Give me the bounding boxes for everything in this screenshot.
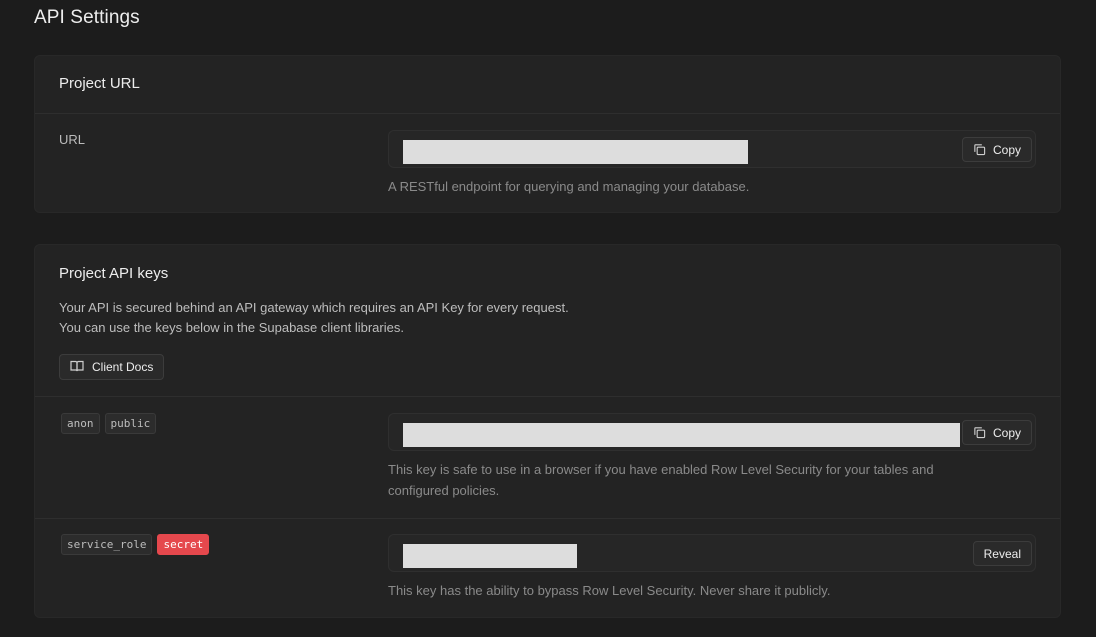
copy-icon bbox=[973, 143, 986, 156]
service-key-field[interactable]: Reveal bbox=[388, 534, 1036, 572]
secret-badge: secret bbox=[157, 534, 210, 555]
divider bbox=[35, 518, 1060, 519]
redacted-url bbox=[403, 140, 748, 164]
url-field[interactable]: Copy bbox=[388, 130, 1036, 168]
reveal-label: Reveal bbox=[983, 546, 1021, 561]
copy-anon-key-button[interactable]: Copy bbox=[961, 420, 1032, 445]
anon-key-badges: anon public bbox=[61, 413, 157, 434]
service-role-badge: service_role bbox=[61, 534, 153, 555]
copy-label: Copy bbox=[992, 142, 1021, 157]
api-keys-panel: Project API keys Your API is secured beh… bbox=[34, 244, 1061, 618]
api-keys-heading: Project API keys bbox=[59, 265, 169, 282]
redacted-service-key bbox=[403, 544, 577, 568]
public-badge: public bbox=[104, 413, 157, 434]
redacted-anon-key bbox=[403, 423, 960, 447]
anon-key-field[interactable]: Copy bbox=[388, 413, 1036, 451]
anon-help-text-1: This key is safe to use in a browser if … bbox=[388, 462, 934, 477]
client-docs-button[interactable]: Client Docs bbox=[59, 354, 165, 380]
anon-badge: anon bbox=[61, 413, 100, 434]
page-title: API Settings bbox=[34, 7, 140, 28]
url-label: URL bbox=[59, 132, 86, 147]
copy-label: Copy bbox=[992, 425, 1021, 440]
book-icon bbox=[70, 360, 84, 375]
reveal-button[interactable]: Reveal bbox=[972, 541, 1032, 566]
divider bbox=[35, 113, 1060, 114]
service-key-badges: service_role secret bbox=[61, 534, 210, 555]
copy-url-button[interactable]: Copy bbox=[961, 137, 1032, 162]
service-help-text: This key has the ability to bypass Row L… bbox=[388, 583, 831, 598]
copy-icon bbox=[973, 426, 986, 439]
project-url-heading: Project URL bbox=[59, 75, 140, 92]
anon-help-text-2: configured policies. bbox=[388, 483, 500, 498]
url-help-text: A RESTful endpoint for querying and mana… bbox=[388, 179, 750, 194]
client-docs-label: Client Docs bbox=[92, 360, 154, 374]
project-url-panel: Project URL URL Copy A RESTful endpoint … bbox=[34, 55, 1061, 213]
api-keys-description-2: You can use the keys below in the Supaba… bbox=[59, 320, 404, 335]
divider bbox=[35, 396, 1060, 397]
api-keys-description-1: Your API is secured behind an API gatewa… bbox=[59, 300, 569, 315]
